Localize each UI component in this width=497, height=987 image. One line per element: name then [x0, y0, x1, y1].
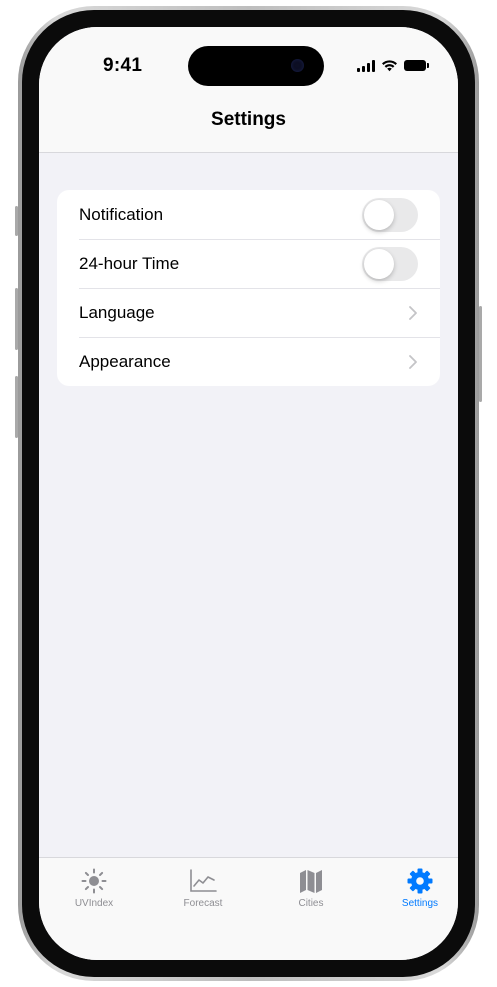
wifi-icon — [382, 60, 397, 72]
settings-list: Notification 24-hour Time Language Appea… — [57, 190, 440, 386]
setting-label: Language — [79, 302, 155, 322]
setting-label: 24-hour Time — [79, 253, 180, 273]
setting-row-language[interactable]: Language — [57, 288, 440, 337]
screen: 9:41 Settings Notification 24-hour Time … — [39, 27, 458, 960]
battery-icon — [404, 60, 429, 71]
setting-label: Appearance — [79, 351, 171, 371]
setting-label: Notification — [79, 204, 164, 224]
toggle-knob — [364, 248, 394, 279]
chevron-right-icon — [408, 305, 418, 321]
action-button — [15, 206, 18, 236]
tab-label: Forecast — [183, 898, 223, 909]
page-title: Settings — [211, 109, 286, 130]
status-time: 9:41 — [103, 55, 143, 76]
navigation-header: Settings — [39, 107, 458, 153]
sun-icon — [79, 866, 109, 896]
chevron-right-icon — [408, 354, 418, 370]
24-hour-time-toggle[interactable] — [362, 246, 418, 281]
gear-icon — [405, 866, 435, 896]
map-icon — [296, 866, 326, 896]
camera-icon — [291, 59, 304, 72]
status-icons — [357, 59, 429, 72]
volume-up-button — [15, 288, 18, 350]
toggle-knob — [364, 199, 394, 230]
notification-toggle[interactable] — [362, 197, 418, 232]
bezel: 9:41 Settings Notification 24-hour Time … — [22, 10, 475, 977]
phone-frame: 9:41 Settings Notification 24-hour Time … — [15, 6, 482, 981]
status-bar: 9:41 — [39, 27, 458, 107]
setting-row-24-hour-time: 24-hour Time — [57, 239, 440, 288]
setting-row-appearance[interactable]: Appearance — [57, 337, 440, 386]
tab-label: Settings — [401, 898, 439, 909]
tab-forecast[interactable]: Forecast — [158, 866, 248, 909]
volume-down-button — [15, 376, 18, 438]
tab-label: Cities — [298, 898, 324, 909]
tab-uvindex[interactable]: UVIndex — [49, 866, 139, 909]
cellular-signal-icon — [357, 59, 375, 72]
tab-label: UVIndex — [74, 898, 114, 909]
line-chart-icon — [188, 866, 218, 896]
dynamic-island — [188, 46, 324, 86]
power-button — [479, 306, 482, 402]
tab-bar: UVIndex Forecast Cities Settings — [39, 857, 458, 960]
setting-row-notification: Notification — [57, 190, 440, 239]
tab-settings[interactable]: Settings — [375, 866, 458, 909]
tab-cities[interactable]: Cities — [266, 866, 356, 909]
